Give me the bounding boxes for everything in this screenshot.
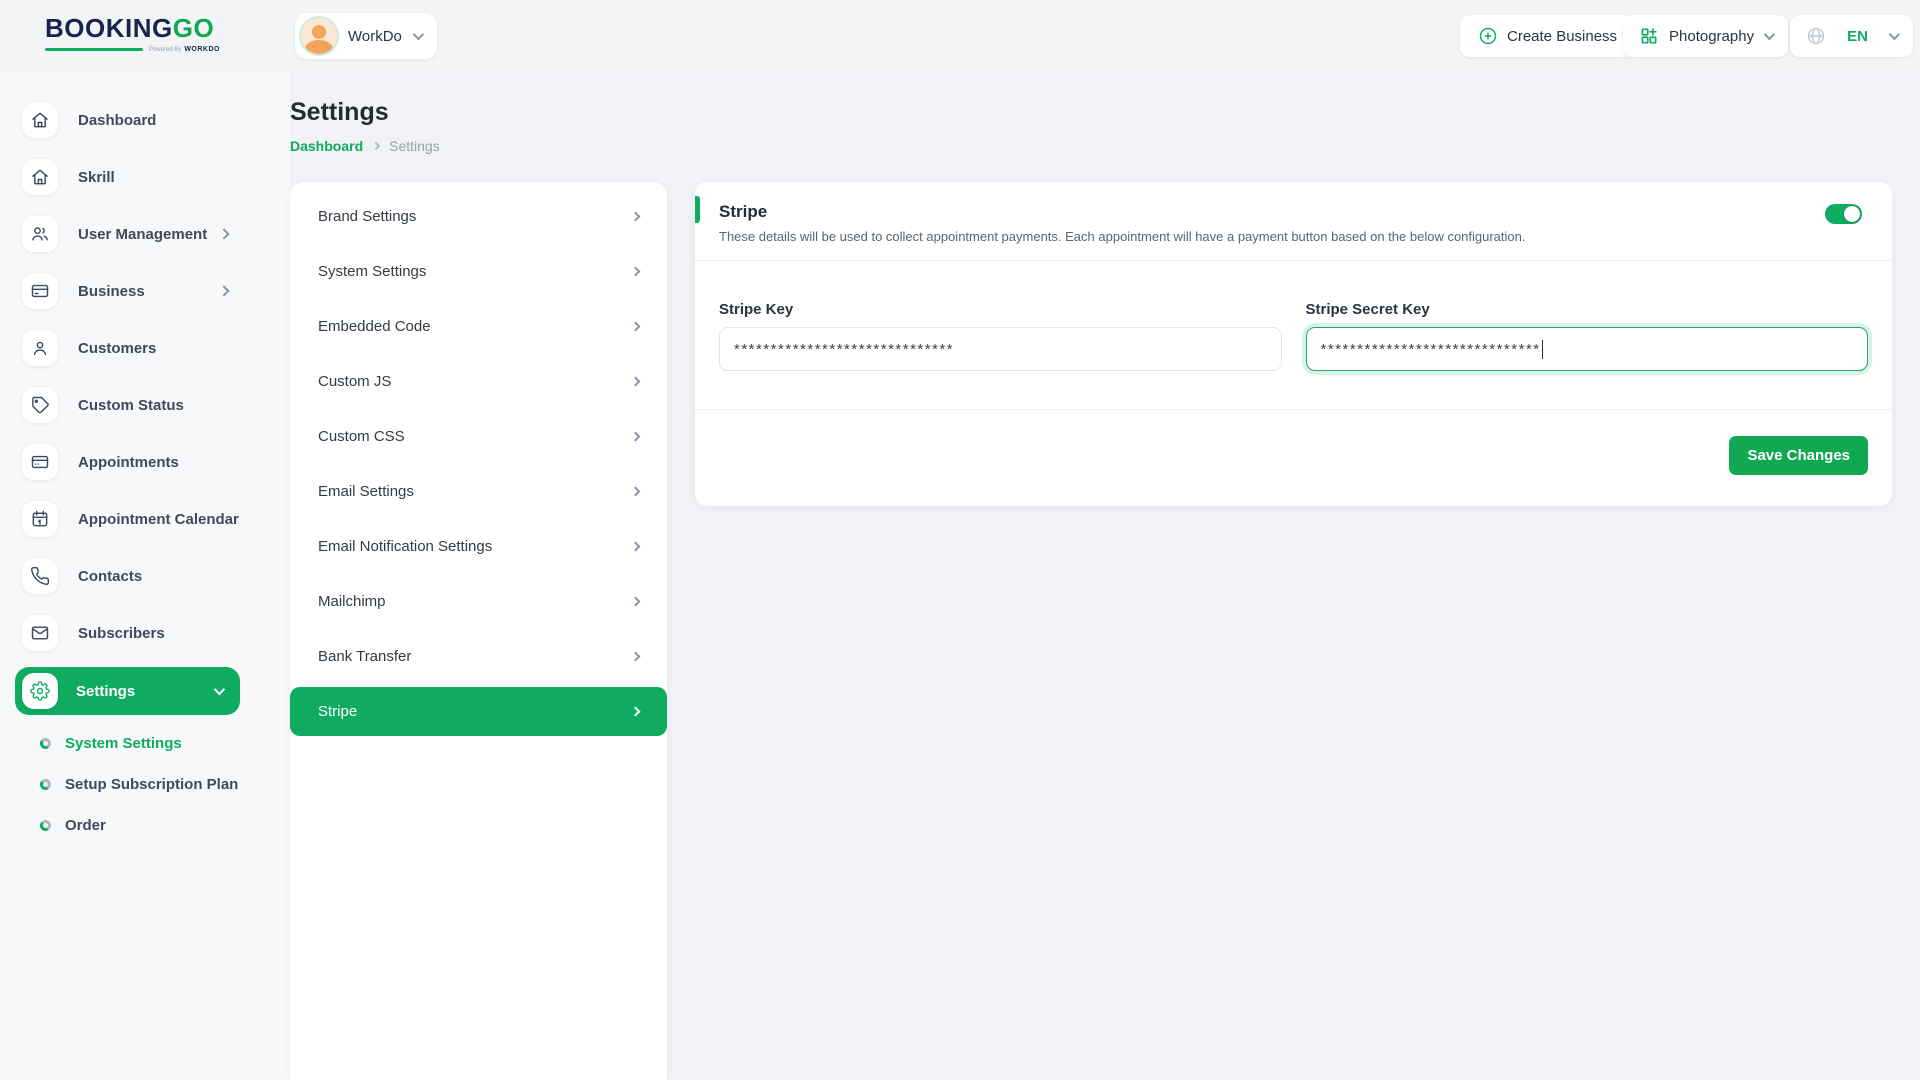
sidebar-item-subscribers[interactable]: Subscribers (0, 610, 290, 656)
credit-card-icon (22, 273, 58, 309)
settings-menu-email-settings[interactable]: Email Settings (290, 464, 667, 519)
chevron-down-icon (1889, 29, 1900, 40)
bullet-icon (40, 779, 51, 790)
language-label: EN (1847, 28, 1868, 45)
topbar: BOOKINGGO Powered By WORKDO WorkDo Creat… (0, 0, 1920, 72)
sidebar-item-business[interactable]: Business (0, 268, 290, 314)
stripe-panel-description: These details will be used to collect ap… (719, 229, 1868, 244)
bullet-icon (40, 738, 51, 749)
create-business-label: Create Business (1507, 28, 1617, 45)
logo-text-primary: BOOKING (45, 13, 173, 43)
mail-icon (22, 615, 58, 651)
breadcrumb: Dashboard Settings (290, 138, 440, 154)
language-selector[interactable]: EN (1790, 15, 1913, 57)
chevron-down-icon (214, 684, 225, 695)
grid-plus-icon (1639, 26, 1659, 46)
chevron-right-icon (218, 285, 229, 296)
settings-menu-embedded-code[interactable]: Embedded Code (290, 299, 667, 354)
stripe-panel: Stripe These details will be used to col… (695, 182, 1892, 506)
workspace-selector[interactable]: WorkDo (295, 13, 437, 59)
powered-by-brand: WORKDO (184, 46, 220, 53)
stripe-panel-body: Stripe Key *****************************… (695, 261, 1892, 371)
chevron-right-icon (631, 432, 641, 442)
workspace-label: WorkDo (348, 28, 402, 45)
text-cursor (1542, 340, 1544, 359)
sidebar-item-contacts[interactable]: Contacts (0, 553, 290, 599)
sidebar-subitem-order[interactable]: Order (40, 808, 290, 842)
sidebar-item-customers[interactable]: Customers (0, 325, 290, 371)
card-icon (22, 444, 58, 480)
accent-bar (695, 196, 700, 223)
sidebar-subitem-setup-subscription-plan[interactable]: Setup Subscription Plan (40, 767, 290, 801)
users-icon (22, 216, 58, 252)
home-icon (22, 159, 58, 195)
business-type-selector[interactable]: Photography (1623, 15, 1788, 57)
chevron-right-icon (631, 377, 641, 387)
breadcrumb-dashboard-link[interactable]: Dashboard (290, 138, 363, 154)
chevron-right-icon (631, 707, 641, 717)
bullet-icon (40, 820, 51, 831)
page-title: Settings (290, 98, 389, 127)
sidebar: Dashboard Skrill User Management Busines… (0, 72, 290, 1080)
logo-text-accent: GO (173, 13, 214, 43)
stripe-panel-title: Stripe (719, 202, 1868, 222)
plus-circle-icon (1478, 26, 1498, 46)
sidebar-item-dashboard[interactable]: Dashboard (0, 97, 290, 143)
settings-menu-email-notification-settings[interactable]: Email Notification Settings (290, 519, 667, 574)
save-changes-button[interactable]: Save Changes (1729, 436, 1868, 475)
toggle-knob (1844, 206, 1860, 222)
stripe-key-input[interactable]: ****************************** (719, 327, 1282, 371)
stripe-key-label: Stripe Key (719, 301, 1282, 318)
sidebar-item-custom-status[interactable]: Custom Status (0, 382, 290, 428)
chevron-right-icon (218, 228, 229, 239)
stripe-enabled-toggle[interactable] (1825, 204, 1862, 224)
settings-menu-custom-js[interactable]: Custom JS (290, 354, 667, 409)
stripe-panel-footer: Save Changes (695, 410, 1892, 500)
gear-icon (22, 673, 58, 709)
powered-by-label: Powered By (149, 47, 181, 53)
home-icon (22, 102, 58, 138)
stripe-key-field-group: Stripe Key *****************************… (719, 301, 1282, 371)
settings-menu-system-settings[interactable]: System Settings (290, 244, 667, 299)
sidebar-item-appointments[interactable]: Appointments (0, 439, 290, 485)
sidebar-item-skrill[interactable]: Skrill (0, 154, 290, 200)
chevron-right-icon (631, 322, 641, 332)
sidebar-item-user-management[interactable]: User Management (0, 211, 290, 257)
business-type-label: Photography (1669, 28, 1754, 45)
chevron-right-icon (372, 142, 380, 150)
sidebar-subitem-system-settings[interactable]: System Settings (40, 726, 290, 760)
stripe-secret-key-input[interactable]: ****************************** (1306, 327, 1869, 371)
create-business-button[interactable]: Create Business (1460, 15, 1635, 57)
chevron-right-icon (631, 267, 641, 277)
app-logo: BOOKINGGO Powered By WORKDO (45, 15, 220, 53)
tag-icon (22, 387, 58, 423)
settings-menu-stripe[interactable]: Stripe (290, 687, 667, 736)
stripe-secret-key-field-group: Stripe Secret Key **********************… (1306, 301, 1869, 371)
chevron-right-icon (631, 652, 641, 662)
sidebar-item-settings[interactable]: Settings (15, 667, 240, 715)
chevron-down-icon (1764, 29, 1775, 40)
settings-menu-brand-settings[interactable]: Brand Settings (290, 189, 667, 244)
breadcrumb-current: Settings (389, 138, 440, 154)
workspace-avatar (301, 18, 337, 54)
stripe-secret-key-label: Stripe Secret Key (1306, 301, 1869, 318)
user-icon (22, 330, 58, 366)
globe-icon (1806, 26, 1826, 46)
stripe-panel-header: Stripe These details will be used to col… (695, 182, 1892, 260)
phone-icon (22, 558, 58, 594)
chevron-right-icon (631, 487, 641, 497)
chevron-down-icon (413, 29, 424, 40)
chevron-right-icon (631, 542, 641, 552)
chevron-right-icon (631, 597, 641, 607)
chevron-right-icon (631, 212, 641, 222)
settings-menu-custom-css[interactable]: Custom CSS (290, 409, 667, 464)
logo-underline (45, 48, 143, 51)
settings-menu-mailchimp[interactable]: Mailchimp (290, 574, 667, 629)
calendar-icon (22, 501, 58, 537)
settings-menu-bank-transfer[interactable]: Bank Transfer (290, 629, 667, 684)
sidebar-item-appointment-calendar[interactable]: Appointment Calendar (0, 496, 290, 542)
settings-menu-card: Brand Settings System Settings Embedded … (290, 182, 667, 1080)
